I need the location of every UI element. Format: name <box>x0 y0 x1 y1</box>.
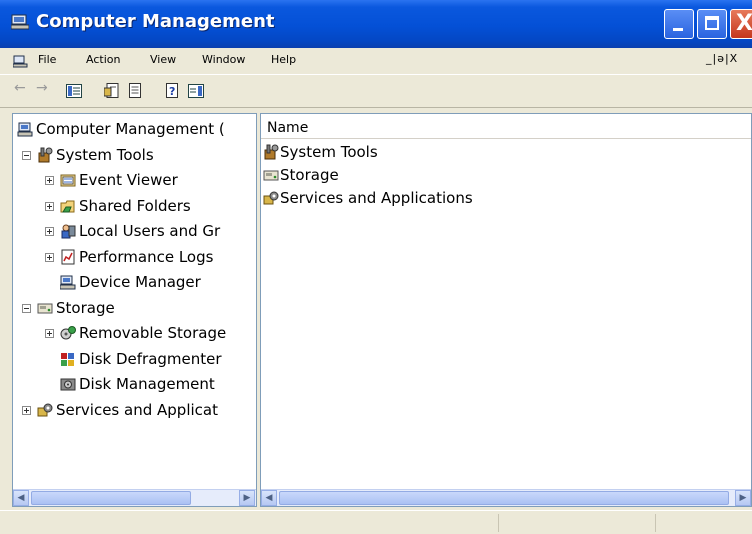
expand-icon[interactable] <box>45 227 54 236</box>
header-divider <box>261 138 751 139</box>
tree-item[interactable]: Storage <box>13 298 256 318</box>
menu-window[interactable]: Window <box>202 53 245 66</box>
storage-icon <box>263 170 279 181</box>
show-console-tree-icon[interactable] <box>66 83 82 99</box>
system-tools-icon <box>264 144 279 160</box>
tree-item-label: Event Viewer <box>79 171 178 189</box>
expand-icon[interactable] <box>45 176 54 185</box>
performance-logs-icon <box>61 249 75 264</box>
document-window-icon[interactable] <box>13 55 29 68</box>
menu-help[interactable]: Help <box>271 53 296 66</box>
tree-item-label: Removable Storage <box>79 324 227 342</box>
tree-item[interactable]: System Tools <box>13 145 256 165</box>
tree-item[interactable]: Performance Logs <box>13 247 256 267</box>
scroll-right-icon[interactable]: ▶ <box>239 490 255 506</box>
computer-management-icon <box>11 14 29 30</box>
forward-arrow-icon[interactable]: → <box>36 80 48 96</box>
computer-management-icon <box>17 122 33 137</box>
disk-management-icon <box>60 378 76 391</box>
status-separator <box>655 514 656 532</box>
list-item-label: Services and Applications <box>280 189 473 207</box>
minimize-button[interactable] <box>664 9 694 39</box>
title-bar[interactable]: Computer Management X <box>0 0 752 48</box>
tree-item-label: Device Manager <box>79 273 201 291</box>
details-pane[interactable]: Name System Tools Storage Services and App… <box>260 113 752 507</box>
shared-folders-icon <box>60 200 75 212</box>
scroll-left-icon[interactable]: ◀ <box>13 490 29 506</box>
menu-view[interactable]: View <box>150 53 176 66</box>
help-icon[interactable]: ? <box>164 83 182 99</box>
tree-item-label: System Tools <box>56 145 154 164</box>
window-title: Computer Management <box>36 11 275 32</box>
minimize-icon <box>673 28 683 31</box>
tree-item-label: Local Users and Gr <box>79 222 221 240</box>
tree-item[interactable]: Disk Management <box>13 374 256 394</box>
tree-item-label: Storage <box>56 298 115 317</box>
tree-item-label: Performance Logs <box>79 247 214 266</box>
tree-item-label: Shared Folders <box>79 196 191 215</box>
close-button[interactable]: X <box>730 9 752 39</box>
storage-icon <box>37 303 53 313</box>
tree-item[interactable]: Disk Defragmenter <box>13 349 256 369</box>
status-bar <box>0 510 752 534</box>
list-item-label: System Tools <box>280 143 378 161</box>
disk-defragmenter-icon <box>61 352 74 366</box>
tree-item-label: Services and Applicat <box>56 400 218 419</box>
tree-item[interactable]: Computer Management ( <box>13 119 256 139</box>
tree-item[interactable]: Services and Applicat <box>13 400 256 420</box>
scroll-left-icon[interactable]: ◀ <box>261 490 277 506</box>
tree-item[interactable]: Event Viewer <box>13 170 256 190</box>
scrollbar-thumb[interactable] <box>279 491 729 505</box>
svg-text:?: ? <box>169 85 175 98</box>
menu-action[interactable]: Action <box>86 53 120 66</box>
mdi-window-controls[interactable]: _|ə|X <box>706 52 738 65</box>
properties-icon[interactable] <box>104 83 122 99</box>
tree-item[interactable]: Removable Storage <box>13 323 256 343</box>
menu-file[interactable]: File <box>38 53 56 66</box>
tree-item[interactable]: Local Users and Gr <box>13 221 256 241</box>
local-users-icon <box>61 224 76 239</box>
expand-icon[interactable] <box>22 405 31 415</box>
export-list-icon[interactable] <box>128 83 144 99</box>
list-item-label: Storage <box>280 166 339 184</box>
tree-item-label: Disk Management <box>79 375 215 393</box>
scroll-right-icon[interactable]: ▶ <box>735 490 751 506</box>
removable-storage-icon <box>60 326 76 340</box>
expand-icon[interactable] <box>45 252 54 262</box>
back-arrow-icon[interactable]: ← <box>14 80 26 96</box>
details-horizontal-scrollbar[interactable]: ◀ ▶ <box>261 489 751 506</box>
expand-icon[interactable] <box>45 201 54 211</box>
expand-icon[interactable] <box>45 329 54 338</box>
device-manager-icon <box>60 275 76 290</box>
services-applications-icon <box>37 403 53 416</box>
status-separator <box>498 514 499 532</box>
scrollbar-thumb[interactable] <box>31 491 191 505</box>
collapse-icon[interactable] <box>22 150 31 160</box>
event-viewer-icon <box>60 174 76 187</box>
collapse-icon[interactable] <box>22 303 31 313</box>
name-column-header[interactable]: Name <box>267 120 308 136</box>
console-tree-pane[interactable]: Computer Management ( System Tools Event V… <box>12 113 257 507</box>
maximize-icon <box>705 16 719 30</box>
tree-item-label: Computer Management ( <box>36 120 225 138</box>
maximize-button[interactable] <box>697 9 727 39</box>
show-hide-action-pane-icon[interactable] <box>188 83 204 99</box>
tree-horizontal-scrollbar[interactable]: ◀ ▶ <box>13 489 256 506</box>
computer-management-window: Computer Management X File Action View W… <box>0 0 752 534</box>
system-tools-icon <box>38 147 53 162</box>
services-applications-icon <box>263 191 279 205</box>
tree-item[interactable]: Shared Folders <box>13 196 256 216</box>
close-icon: X <box>736 11 752 36</box>
tree-item[interactable]: Device Manager <box>13 272 256 292</box>
tree-item-label: Disk Defragmenter <box>79 349 222 368</box>
